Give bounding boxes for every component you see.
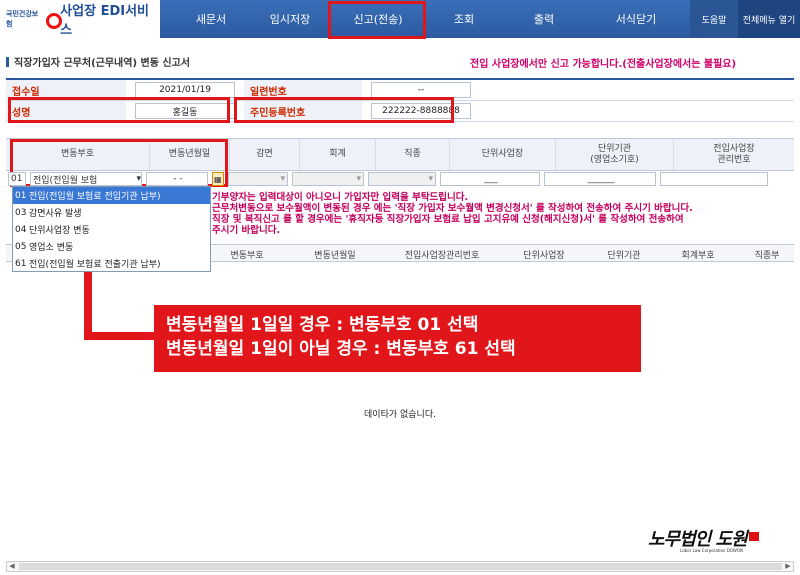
warning-line: 근무처변동으로 보수월액이 변동된 경우 에는 '직장 가입자 보수월액 변경신… <box>212 203 693 214</box>
callout-line-1: 변동년월일 1일일 경우 : 변동부호 01 선택 <box>166 315 479 335</box>
scroll-right-icon[interactable]: ▶ <box>783 562 793 571</box>
horizontal-scrollbar[interactable]: ◀ ▶ <box>6 561 794 572</box>
change-code-input[interactable]: 01 <box>8 172 26 186</box>
list-col-transfer-number: 전입사업장관리번호 <box>404 250 480 261</box>
transfer-notice: 전입 사업장에서만 신고 가능합니다.(전출사업장에서는 불필요) <box>470 59 737 70</box>
list-col-unit-agency: 단위기관 <box>607 250 641 261</box>
menu-temp-save[interactable]: 임시저장 <box>252 0 328 38</box>
nhis-logo-icon <box>46 13 63 29</box>
warning-line: 직장 및 복직신고 를 할 경우에는 '휴직자등 직장가입자 보험료 납입 고지… <box>212 214 684 225</box>
option-61[interactable]: 61 전입(전입월 보험료 전출기관 납부) <box>13 255 210 272</box>
no-data-message: 데이타가 없습니다. <box>364 410 436 420</box>
warning-text: 기부양자는 입력대상이 아니오니 가입자만 입력을 부탁드립니다. 근무처변동으… <box>212 192 794 236</box>
menu-print[interactable]: 출력 <box>504 0 584 38</box>
org-name: 국민건강보험 <box>6 10 39 28</box>
scroll-left-icon[interactable]: ◀ <box>7 562 17 571</box>
chevron-down-icon: ▾ <box>136 174 141 184</box>
highlight-report-menu <box>328 1 426 39</box>
help-button[interactable]: 도움말 <box>690 0 738 38</box>
col-unit-agency: 단위기관 (영업소기호) <box>556 139 674 170</box>
list-col-job-type: 직종부 <box>754 250 780 261</box>
calendar-icon[interactable]: ▦ <box>212 172 224 186</box>
menu-close-form[interactable]: 서식닫기 <box>590 0 682 38</box>
warning-line: 주시기 바랍니다. <box>212 225 281 236</box>
callout-box: 변동년월일 1일일 경우 : 변동부호 01 선택 변동년월일 1일이 아닐 경… <box>154 305 641 372</box>
unit-workplace-input[interactable]: ___ <box>440 172 540 186</box>
col-transfer-number: 전입사업장 관리번호 <box>713 143 755 165</box>
change-code-dropdown[interactable]: 01 전입(전입월 보험료 전입기관 납부) 03 감면사유 발생 04 단위사업장 … <box>12 186 211 272</box>
unit-agency-input[interactable]: ______ <box>544 172 656 186</box>
col-unit-workplace: 단위사업장 <box>450 139 556 170</box>
list-col-accounting: 회계부호 <box>681 250 715 261</box>
accounting-select[interactable]: ▾ <box>292 172 364 186</box>
highlight-name <box>8 97 230 123</box>
menu-inquiry[interactable]: 조회 <box>432 0 496 38</box>
logo: 국민건강보험 사업장 EDI서비스 <box>0 0 160 38</box>
list-col-change-code: 변동부호 <box>230 250 264 261</box>
warning-line: 기부양자는 입력대상이 아니오니 가입자만 입력을 부탁드립니다. <box>212 192 469 203</box>
input-row: 01 전입(전입월 보험 ▾ - - ▦ ▾ ▾ ▾ ___ ______ <box>6 171 794 187</box>
col-accounting: 회계 <box>300 139 376 170</box>
callout-line-2: 변동년월일 1일이 아닐 경우 : 변동부호 61 선택 <box>166 339 516 359</box>
callout-connector <box>84 332 154 340</box>
all-menu-button[interactable]: 전체메뉴 열기 <box>738 0 800 38</box>
app-title: 사업장 EDI서비스 <box>60 4 150 38</box>
serial-field[interactable]: -- <box>371 82 471 98</box>
list-col-change-date: 변동년월일 <box>314 250 356 261</box>
reduction-select[interactable]: ▾ <box>228 172 288 186</box>
job-type-select[interactable]: ▾ <box>368 172 436 186</box>
highlight-rrn <box>234 97 454 123</box>
page-title: 직장가입자 근무처(근무내역) 변동 신고서 <box>6 54 190 69</box>
seal-icon <box>749 532 759 541</box>
menu-new-document[interactable]: 새문서 <box>176 0 246 38</box>
transfer-number-input[interactable] <box>660 172 768 186</box>
col-reduction: 감면 <box>230 139 300 170</box>
watermark-subtitle: Labor Law Corporation DOWON <box>680 548 744 553</box>
option-04[interactable]: 04 단위사업장 변동 <box>13 221 210 238</box>
option-01[interactable]: 01 전입(전입월 보험료 전입기관 납부) <box>13 187 210 204</box>
option-03[interactable]: 03 감면사유 발생 <box>13 204 210 221</box>
received-date-field[interactable]: 2021/01/19 <box>135 82 235 98</box>
col-job-type: 직종 <box>376 139 450 170</box>
change-code-select[interactable]: 전입(전입월 보험 ▾ <box>30 172 142 186</box>
scroll-thumb[interactable] <box>19 563 782 570</box>
option-05[interactable]: 05 영업소 변동 <box>13 238 210 255</box>
list-col-unit-workplace: 단위사업장 <box>523 250 565 261</box>
change-date-input[interactable]: - - <box>146 172 208 186</box>
callout-connector <box>84 272 92 340</box>
